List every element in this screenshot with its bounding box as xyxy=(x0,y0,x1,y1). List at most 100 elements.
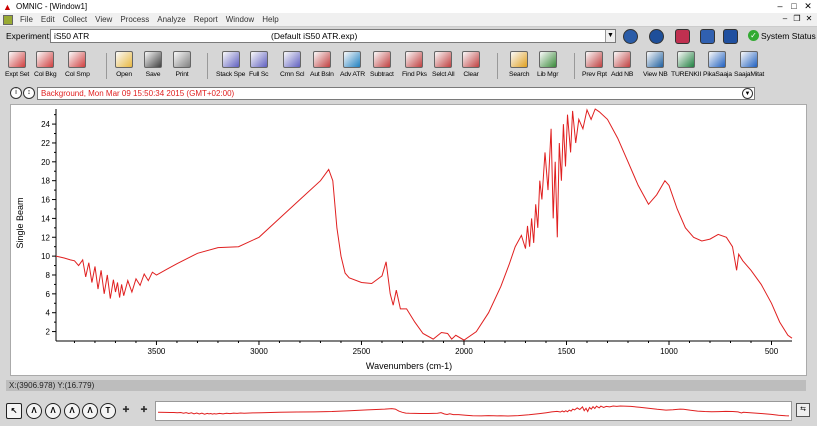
maximize-icon[interactable]: □ xyxy=(787,0,801,12)
shrink-tool-icon[interactable]: ✛ xyxy=(136,403,152,419)
y-tick-label: 12 xyxy=(41,233,50,242)
toolbar-button-label: Print xyxy=(175,71,189,78)
toolbar-button-subtract[interactable]: Subtract xyxy=(370,51,394,83)
toolbar-button-stack-spe[interactable]: Stack Spe xyxy=(216,51,245,83)
toolbar-button-prev-rpt[interactable]: Prev Rpt xyxy=(582,51,607,83)
peak-label-icon[interactable]: Λ xyxy=(82,403,98,419)
title-bar: ▲ OMNIC - [Window1] – □ ✕ xyxy=(0,0,817,13)
spectrum-nav-icon[interactable]: ↕ xyxy=(23,87,35,99)
toolbar-button-label: Full Sc xyxy=(249,71,269,78)
toolbar-button-saajamitat[interactable]: SaajaMitat xyxy=(734,51,764,83)
toolbar-button-cmn-scl[interactable]: Cmn Scl xyxy=(280,51,304,83)
menu-process[interactable]: Process xyxy=(116,15,153,24)
doc-restore-icon[interactable]: ❐ xyxy=(791,14,803,23)
toolbar-button-label: PikaSaaja xyxy=(703,71,732,78)
toolbar-button-col-smp[interactable]: Col Smp xyxy=(65,51,90,83)
toolbar-button-find-pks[interactable]: Find Pks xyxy=(402,51,427,83)
toolbar-button-open[interactable]: Open xyxy=(115,51,133,83)
experiment-select[interactable]: iS50 ATR (Default iS50 ATR.exp) ▼ xyxy=(50,29,616,43)
toolbar-button-label: Aut Bsln xyxy=(310,71,334,78)
toolbar-button-selct-all[interactable]: Selct All xyxy=(432,51,455,83)
toolbar-button-label: Search xyxy=(509,71,530,78)
spectrum-select[interactable]: Background, Mon Mar 09 15:50:34 2015 (GM… xyxy=(37,87,755,100)
y-tick-label: 2 xyxy=(46,328,51,337)
collect-sample-icon xyxy=(68,51,87,68)
toolbar-button-col-bkg[interactable]: Col Bkg xyxy=(34,51,57,83)
toolbar-button-save[interactable]: Save xyxy=(144,51,162,83)
select-pointer-icon[interactable]: ↖ xyxy=(6,403,22,419)
window-controls: – □ ✕ xyxy=(773,0,815,12)
full-scale-icon xyxy=(249,51,268,68)
x-tick-label: 500 xyxy=(765,347,779,356)
doc-minimize-icon[interactable]: – xyxy=(779,14,791,23)
menu-window[interactable]: Window xyxy=(222,15,258,24)
toolbar-button-add-nb[interactable]: Add NB xyxy=(611,51,633,83)
toolbar-button-full-sc[interactable]: Full Sc xyxy=(249,51,269,83)
toolbar-button-label: Subtract xyxy=(370,71,394,78)
chevron-down-icon[interactable]: ▼ xyxy=(605,30,615,42)
toolbar-button-label: View NB xyxy=(643,71,668,78)
x-tick-label: 2000 xyxy=(455,347,473,356)
region-tool-icon[interactable]: Λ xyxy=(26,403,42,419)
spectrum-line xyxy=(55,108,793,341)
toolbar-button-lib-mgr[interactable]: Lib Mgr xyxy=(537,51,558,83)
menu-help[interactable]: Help xyxy=(258,15,282,24)
toolbar-button-label: Find Pks xyxy=(402,71,427,78)
document-window-icon[interactable] xyxy=(3,14,13,25)
saajamitat-icon xyxy=(740,51,759,68)
search-icon xyxy=(510,51,529,68)
diagnostics-icon[interactable] xyxy=(675,29,690,44)
minimize-icon[interactable]: – xyxy=(773,0,787,12)
close-icon[interactable]: ✕ xyxy=(801,0,815,12)
y-tick-label: 8 xyxy=(46,271,51,280)
toolbar-button-label: Open xyxy=(116,71,132,78)
spectrum-plot-pane[interactable]: Single Beam Wavenumbers (cm-1) 2 4 6 8 10 12 1… xyxy=(10,104,807,376)
menu-report[interactable]: Report xyxy=(190,15,222,24)
menu-view[interactable]: View xyxy=(91,15,116,24)
toolbar: Expt Set Col Bkg Col Smp Open Save Print Stack… xyxy=(0,47,817,83)
expand-tool-icon[interactable]: ✛ xyxy=(118,403,134,419)
y-tick-label: 24 xyxy=(41,120,50,129)
view-notebook-icon xyxy=(646,51,665,68)
y-tick-label: 16 xyxy=(41,196,50,205)
y-tick-label: 22 xyxy=(41,139,50,148)
bench-status-icon[interactable] xyxy=(623,29,638,44)
toolbar-button-print[interactable]: Print xyxy=(173,51,191,83)
toolbar-button-label: Col Bkg xyxy=(34,71,57,78)
peak-area-icon[interactable]: Λ xyxy=(64,403,80,419)
peak-height-icon[interactable]: Λ xyxy=(45,403,61,419)
spectrum-overview-pane[interactable] xyxy=(155,401,792,421)
toolbar-button-label: Add NB xyxy=(611,71,634,78)
toolbar-button-turenkii[interactable]: TURENKII xyxy=(671,51,701,83)
pikasaaja-icon xyxy=(708,51,727,68)
info-icon[interactable]: i xyxy=(10,87,22,99)
toolbar-button-view-nb[interactable]: View NB xyxy=(643,51,668,83)
menu-analyze[interactable]: Analyze xyxy=(153,15,189,24)
y-axis-label: Single Beam xyxy=(15,197,25,248)
omnic-window: ▲ OMNIC - [Window1] – □ ✕ File Edit Coll… xyxy=(0,0,817,426)
experiment-bar: Experiment: iS50 ATR (Default iS50 ATR.e… xyxy=(0,27,817,45)
preview-report-icon xyxy=(585,51,604,68)
spectrum-chart[interactable]: Single Beam Wavenumbers (cm-1) 246810121… xyxy=(11,105,806,375)
menu-file[interactable]: File xyxy=(16,15,37,24)
menu-edit[interactable]: Edit xyxy=(37,15,59,24)
text-tool-icon[interactable]: T xyxy=(100,403,116,419)
lock-icon[interactable] xyxy=(723,29,738,44)
toolbar-button-clear[interactable]: Clear xyxy=(462,51,480,83)
toolbar-button-label: Lib Mgr xyxy=(537,71,559,78)
toolbar-button-expt-set[interactable]: Expt Set xyxy=(5,51,29,83)
atr-accessory-icon[interactable] xyxy=(649,29,664,44)
overview-chart[interactable] xyxy=(156,402,791,420)
toolbar-button-pikasaaja[interactable]: PikaSaaja xyxy=(703,51,732,83)
doc-close-icon[interactable]: ✕ xyxy=(803,14,815,23)
toolbar-button-search[interactable]: Search xyxy=(509,51,530,83)
swap-pane-icon[interactable]: ⇆ xyxy=(796,403,810,417)
toolbar-button-aut-bsln[interactable]: Aut Bsln xyxy=(310,51,334,83)
system-status[interactable]: ✓ System Status xyxy=(748,30,816,41)
advanced-atr-icon xyxy=(343,51,362,68)
chevron-down-icon[interactable]: ▼ xyxy=(742,88,753,99)
bottom-toolbar: ↖ Λ Λ Λ Λ T ✛ ✛ ⇆ xyxy=(0,392,817,426)
toolbar-button-adv-atr[interactable]: Adv ATR xyxy=(340,51,365,83)
help-icon[interactable] xyxy=(700,29,715,44)
menu-collect[interactable]: Collect xyxy=(59,15,91,24)
